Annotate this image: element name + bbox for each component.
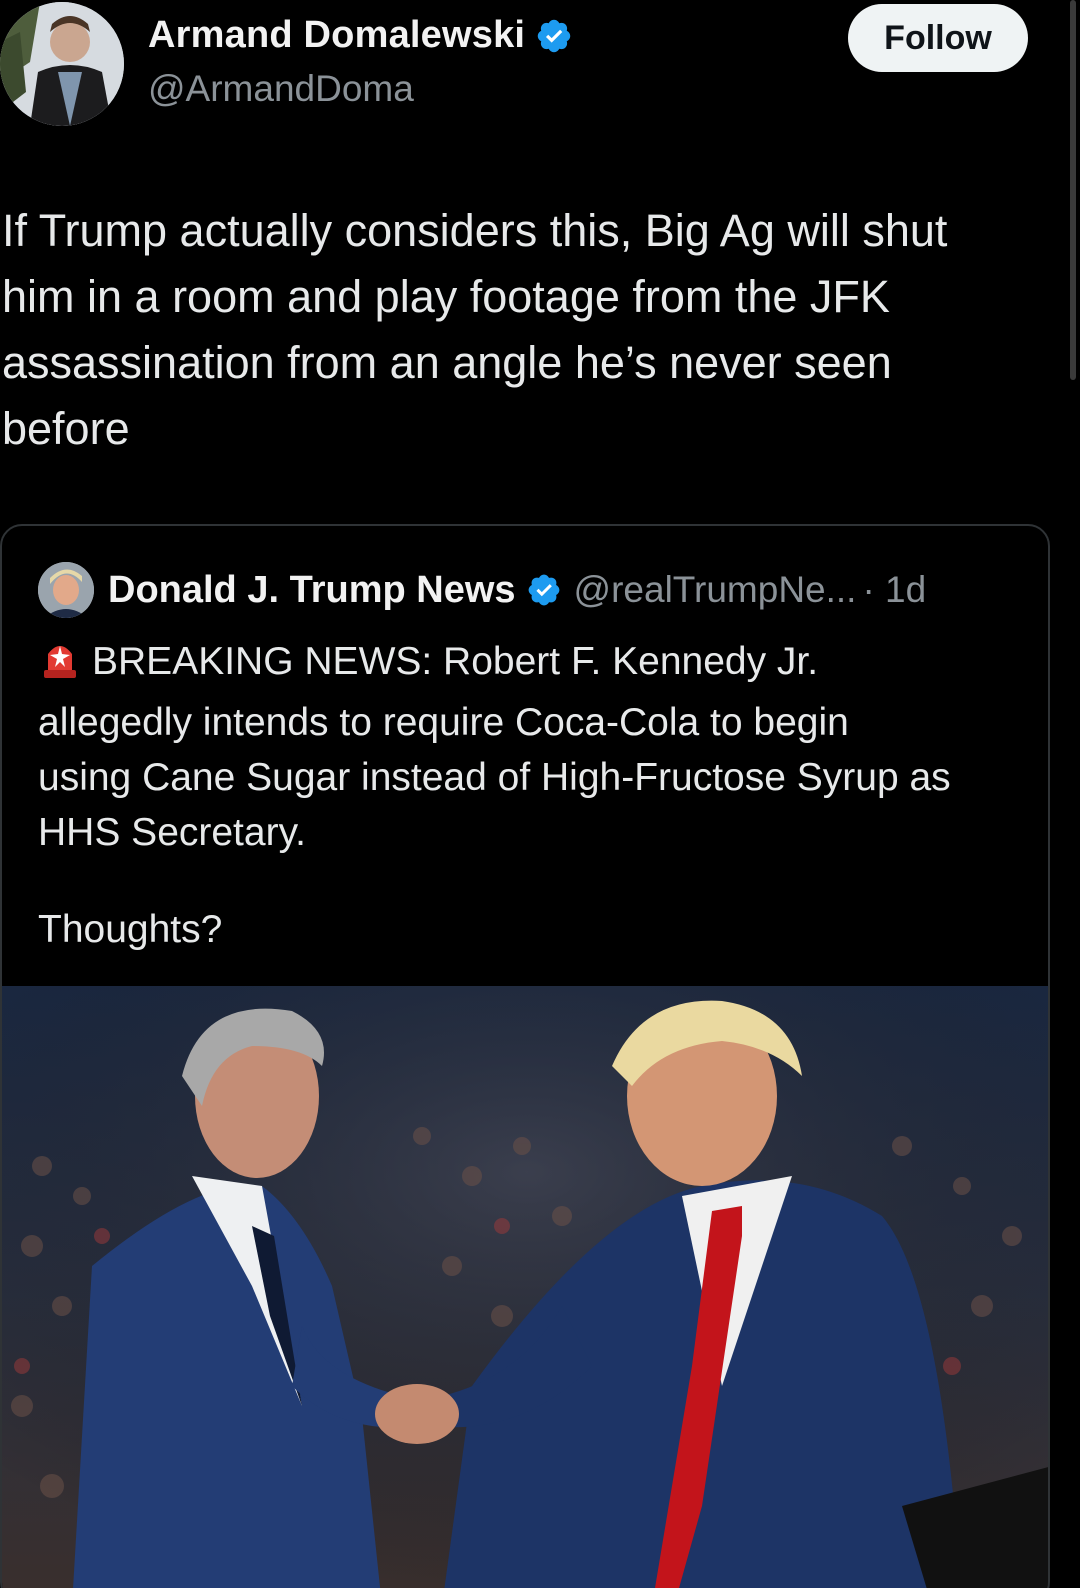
quoted-author-avatar[interactable] [38,562,94,618]
quoted-tweet-line-text: BREAKING NEWS: Robert F. Kennedy Jr. [92,640,819,683]
author-display-name[interactable]: Armand Domalewski [148,14,525,57]
quoted-tweet-line: HHS Secretary. [38,811,307,854]
quoted-tweet-line: using Cane Sugar instead of High-Fructos… [38,756,951,799]
author-avatar[interactable] [0,2,124,126]
quoted-tweet-thoughts: Thoughts? [38,908,223,951]
tweet-text-line: assassination from an angle he’s never s… [2,337,892,388]
quoted-tweet-photo[interactable] [2,986,1048,1588]
quoted-author-avatar-image [38,562,94,618]
quoted-tweet-line: allegedly intends to require Coca-Cola t… [38,701,849,744]
author-avatar-image [0,2,124,126]
tweet-text-line: If Trump actually considers this, Big Ag… [2,205,948,256]
tweet-text-line: him in a room and play footage from the … [2,271,890,322]
quoted-tweet-card[interactable]: Donald J. Trump News @realTrumpNe... · 1… [0,524,1050,1588]
author-handle[interactable]: @ArmandDoma [148,68,414,110]
quoted-author-display-name[interactable]: Donald J. Trump News [108,569,516,612]
quoted-tweet-text: BREAKING NEWS: Robert F. Kennedy Jr. all… [38,634,1028,860]
tweet-text: If Trump actually considers this, Big Ag… [2,198,1042,462]
quoted-author-handle[interactable]: @realTrumpNe... [574,569,857,611]
verified-badge-icon [528,574,559,606]
quoted-tweet-time[interactable]: · 1d [862,569,926,611]
author-name-row: Armand Domalewski [148,14,573,57]
tweet-page: Armand Domalewski @ArmandDoma Follow If … [0,0,1080,1588]
verified-badge-icon [537,19,571,52]
handshake-photo [2,986,1048,1588]
tweet-header: Armand Domalewski @ArmandDoma Follow [0,0,1080,130]
tweet-text-line: before [2,403,130,454]
quoted-tweet-line: BREAKING NEWS: Robert F. Kennedy Jr. [38,634,1028,695]
follow-button[interactable]: Follow [848,4,1028,72]
quoted-tweet-header: Donald J. Trump News @realTrumpNe... · 1… [38,562,926,618]
siren-icon [38,636,82,695]
